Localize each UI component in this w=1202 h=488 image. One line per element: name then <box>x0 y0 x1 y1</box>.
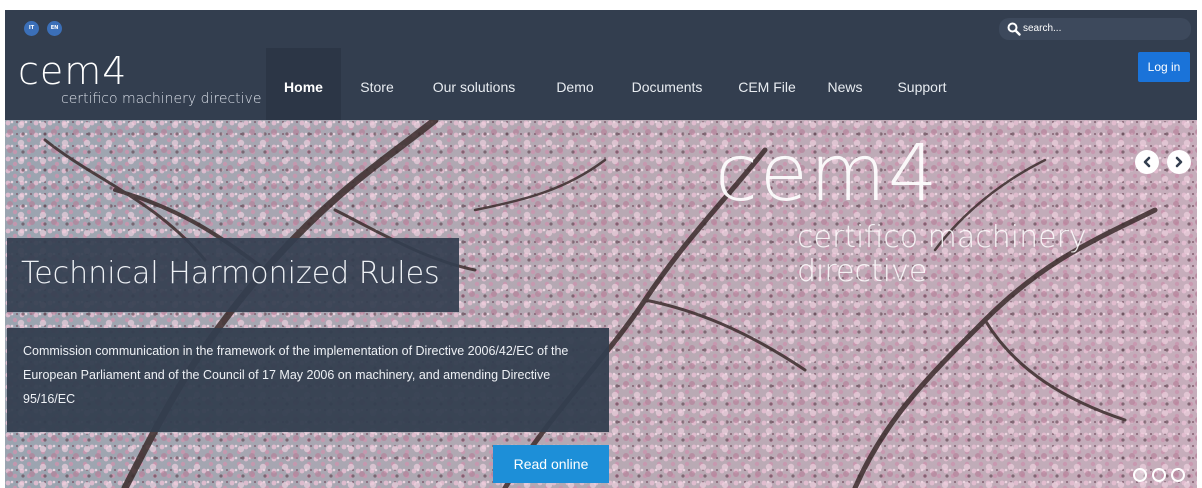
language-it-button[interactable]: IT <box>24 21 39 36</box>
read-online-button[interactable]: Read online <box>493 445 609 483</box>
slider-dot-3[interactable] <box>1171 468 1185 482</box>
nav-item-news[interactable]: News <box>815 48 875 120</box>
search-input[interactable]: search... <box>1023 22 1061 35</box>
slide-description-panel: Commission communication in the framewor… <box>7 328 609 432</box>
slide-description: Commission communication in the framewor… <box>23 344 569 406</box>
nav-item-home[interactable]: Home <box>266 48 341 120</box>
search-box[interactable]: search... <box>999 18 1191 40</box>
site-wrapper: IT EN search... cem4 certifico machinery… <box>5 10 1197 488</box>
search-icon <box>1007 22 1021 36</box>
slider-prev-button[interactable] <box>1135 150 1159 174</box>
login-button[interactable]: Log in <box>1138 52 1190 82</box>
slider-dot-1[interactable] <box>1133 468 1147 482</box>
slider-dot-2[interactable] <box>1152 468 1166 482</box>
nav-item-store[interactable]: Store <box>341 48 413 120</box>
language-en-button[interactable]: EN <box>47 21 62 36</box>
nav-item-demo[interactable]: Demo <box>535 48 615 120</box>
top-bar: IT EN search... <box>5 10 1197 48</box>
nav-item-support[interactable]: Support <box>875 48 969 120</box>
hero-slider: cem4 certifico machinery directive Techn… <box>5 120 1197 488</box>
nav-item-cem-file[interactable]: CEM File <box>719 48 815 120</box>
main-nav: Home Store Our solutions Demo Documents … <box>266 48 969 120</box>
logo[interactable]: cem4 <box>18 50 127 92</box>
logo-tagline: certifico machinery directive <box>61 91 262 107</box>
chevron-left-icon <box>1143 156 1151 168</box>
slider-next-button[interactable] <box>1167 150 1191 174</box>
slide-title-panel: Technical Harmonized Rules <box>7 238 459 312</box>
nav-item-documents[interactable]: Documents <box>615 48 719 120</box>
slide-title: Technical Harmonized Rules <box>21 256 440 291</box>
chevron-right-icon <box>1175 156 1183 168</box>
hero-watermark-logo: cem4 <box>715 129 940 219</box>
nav-item-our-solutions[interactable]: Our solutions <box>413 48 535 120</box>
main-header: cem4 certifico machinery directive Home … <box>5 48 1197 120</box>
slider-pagination <box>1133 468 1185 482</box>
hero-watermark-tagline: certifico machinery directive <box>797 220 1087 289</box>
